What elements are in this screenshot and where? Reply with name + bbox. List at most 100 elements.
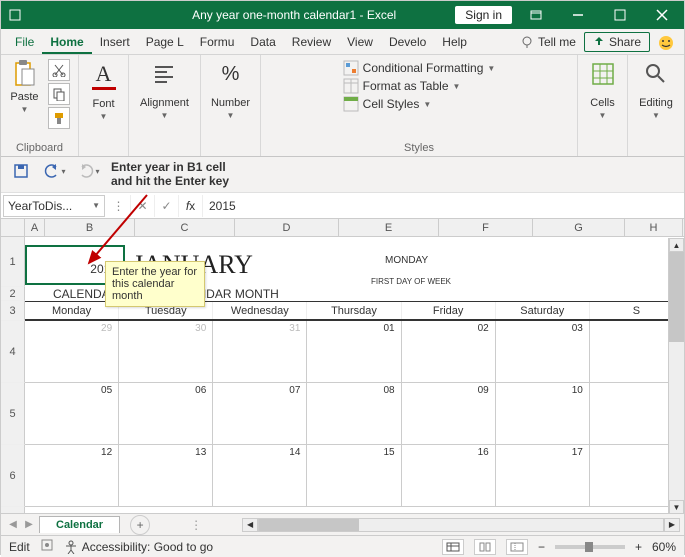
tab-file[interactable]: File <box>7 31 42 54</box>
normal-view-button[interactable] <box>442 539 464 555</box>
share-button[interactable]: Share <box>584 32 650 52</box>
calendar-day[interactable]: 09 <box>402 383 496 444</box>
row-header-2[interactable]: 2 <box>1 287 25 301</box>
calendar-day[interactable]: 12 <box>25 445 119 506</box>
formula-input[interactable]: 2015 <box>203 195 684 217</box>
row-header-6[interactable]: 6 <box>1 445 25 507</box>
horizontal-scrollbar[interactable] <box>258 518 664 532</box>
cancel-formula-button[interactable]: ✕ <box>131 195 155 217</box>
copy-button[interactable] <box>48 83 70 105</box>
fb-dropdown[interactable]: ⋮ <box>107 195 131 217</box>
font-icon: A <box>89 59 119 89</box>
vertical-scroll-thumb[interactable] <box>669 252 684 342</box>
page-layout-view-button[interactable] <box>474 539 496 555</box>
col-header-G[interactable]: G <box>533 219 625 236</box>
number-group-button[interactable]: % Number ▼ <box>211 59 250 120</box>
hscroll-right-button[interactable]: ▶ <box>664 518 680 532</box>
fx-button[interactable]: fx <box>179 195 203 217</box>
calendar-day[interactable]: 29 <box>25 321 119 382</box>
tab-page-layout[interactable]: Page L <box>138 31 192 54</box>
zoom-in-button[interactable]: + <box>635 540 642 554</box>
copy-icon <box>52 87 66 101</box>
calendar-day[interactable]: 17 <box>496 445 590 506</box>
zoom-slider[interactable] <box>555 545 625 549</box>
feedback-icon[interactable] <box>658 35 674 54</box>
tab-nav-prev[interactable]: ◀ <box>5 519 21 530</box>
col-header-F[interactable]: F <box>439 219 533 236</box>
col-header-C[interactable]: C <box>135 219 235 236</box>
undo-button[interactable]: ▾ <box>43 160 67 182</box>
tab-formulas[interactable]: Formu <box>192 31 243 54</box>
alignment-group-button[interactable]: Alignment ▼ <box>140 59 189 120</box>
font-group-button[interactable]: A Font ▼ <box>89 59 119 121</box>
tab-help[interactable]: Help <box>434 31 475 54</box>
row-header-7[interactable]: 7 <box>1 507 25 513</box>
enter-formula-button[interactable]: ✓ <box>155 195 179 217</box>
calendar-day[interactable]: 07 <box>213 383 307 444</box>
maximize-button[interactable] <box>602 1 638 29</box>
macro-record-icon[interactable] <box>40 538 54 555</box>
save-button[interactable] <box>9 160 33 182</box>
paste-button[interactable]: Paste ▼ <box>10 59 40 114</box>
calendar-day[interactable]: 10 <box>496 383 590 444</box>
calendar-day[interactable]: 31 <box>213 321 307 382</box>
calendar-day[interactable]: 01 <box>307 321 401 382</box>
tab-insert[interactable]: Insert <box>92 31 138 54</box>
tab-home[interactable]: Home <box>42 31 91 54</box>
accessibility-status[interactable]: Accessibility: Good to go <box>64 540 213 554</box>
cells-group-button[interactable]: Cells ▼ <box>588 59 618 120</box>
select-all-cell[interactable] <box>1 219 25 236</box>
calendar-day[interactable]: 15 <box>307 445 401 506</box>
hscroll-left-button[interactable]: ◀ <box>242 518 258 532</box>
tab-view[interactable]: View <box>339 31 381 54</box>
calendar-day[interactable]: 14 <box>213 445 307 506</box>
ribbon-options-icon[interactable] <box>518 1 554 29</box>
calendar-day[interactable]: 13 <box>119 445 213 506</box>
scroll-down-button[interactable]: ▼ <box>669 500 684 514</box>
first-day-value[interactable]: MONDAY <box>385 255 428 266</box>
format-painter-button[interactable] <box>48 107 70 129</box>
calendar-day[interactable]: 16 <box>402 445 496 506</box>
name-box[interactable]: YearToDis...▼ <box>3 195 105 217</box>
zoom-level[interactable]: 60% <box>652 540 676 554</box>
page-break-view-button[interactable] <box>506 539 528 555</box>
row-header-4[interactable]: 4 <box>1 321 25 383</box>
conditional-formatting-button[interactable]: Conditional Formatting▼ <box>343 59 496 77</box>
close-button[interactable] <box>644 1 680 29</box>
calendar-day[interactable]: 05 <box>25 383 119 444</box>
calendar-day[interactable]: 02 <box>402 321 496 382</box>
autosave-icon[interactable] <box>5 1 25 29</box>
row-header-5[interactable]: 5 <box>1 383 25 445</box>
minimize-button[interactable] <box>560 1 596 29</box>
editing-group-button[interactable]: Editing ▼ <box>639 59 673 120</box>
brush-icon <box>52 111 66 125</box>
tab-review[interactable]: Review <box>284 31 339 54</box>
sheet-tab-calendar[interactable]: Calendar <box>39 516 120 533</box>
calendar-day[interactable]: 30 <box>119 321 213 382</box>
col-header-H[interactable]: H <box>625 219 683 236</box>
calendar-day[interactable]: 06 <box>119 383 213 444</box>
cell-styles-button[interactable]: Cell Styles▼ <box>343 95 496 113</box>
tell-me[interactable]: Tell me <box>512 31 584 54</box>
redo-button[interactable]: ▾ <box>77 160 101 182</box>
calendar-day[interactable]: 08 <box>307 383 401 444</box>
hscroll-thumb[interactable] <box>259 519 359 531</box>
zoom-out-button[interactable]: − <box>538 540 545 554</box>
col-header-B[interactable]: B <box>45 219 135 236</box>
tab-data[interactable]: Data <box>242 31 283 54</box>
calendar-day[interactable]: 03 <box>496 321 590 382</box>
col-header-D[interactable]: D <box>235 219 339 236</box>
worksheet-grid[interactable]: 1234567 2015 JANUARY MONDAY FIRST DAY OF… <box>1 237 684 513</box>
sign-in-button[interactable]: Sign in <box>455 6 512 24</box>
row-header-1[interactable]: 1 <box>1 237 25 287</box>
tab-nav-next[interactable]: ▶ <box>21 519 37 530</box>
scroll-up-button[interactable]: ▲ <box>669 238 684 252</box>
vertical-scrollbar[interactable]: ▲ ▼ <box>668 238 684 514</box>
col-header-A[interactable]: A <box>25 219 45 236</box>
col-header-E[interactable]: E <box>339 219 439 236</box>
tab-developer[interactable]: Develo <box>381 31 434 54</box>
row-header-3[interactable]: 3 <box>1 301 25 321</box>
format-as-table-button[interactable]: Format as Table▼ <box>343 77 496 95</box>
cut-button[interactable] <box>48 59 70 81</box>
new-sheet-button[interactable]: + <box>130 515 150 535</box>
